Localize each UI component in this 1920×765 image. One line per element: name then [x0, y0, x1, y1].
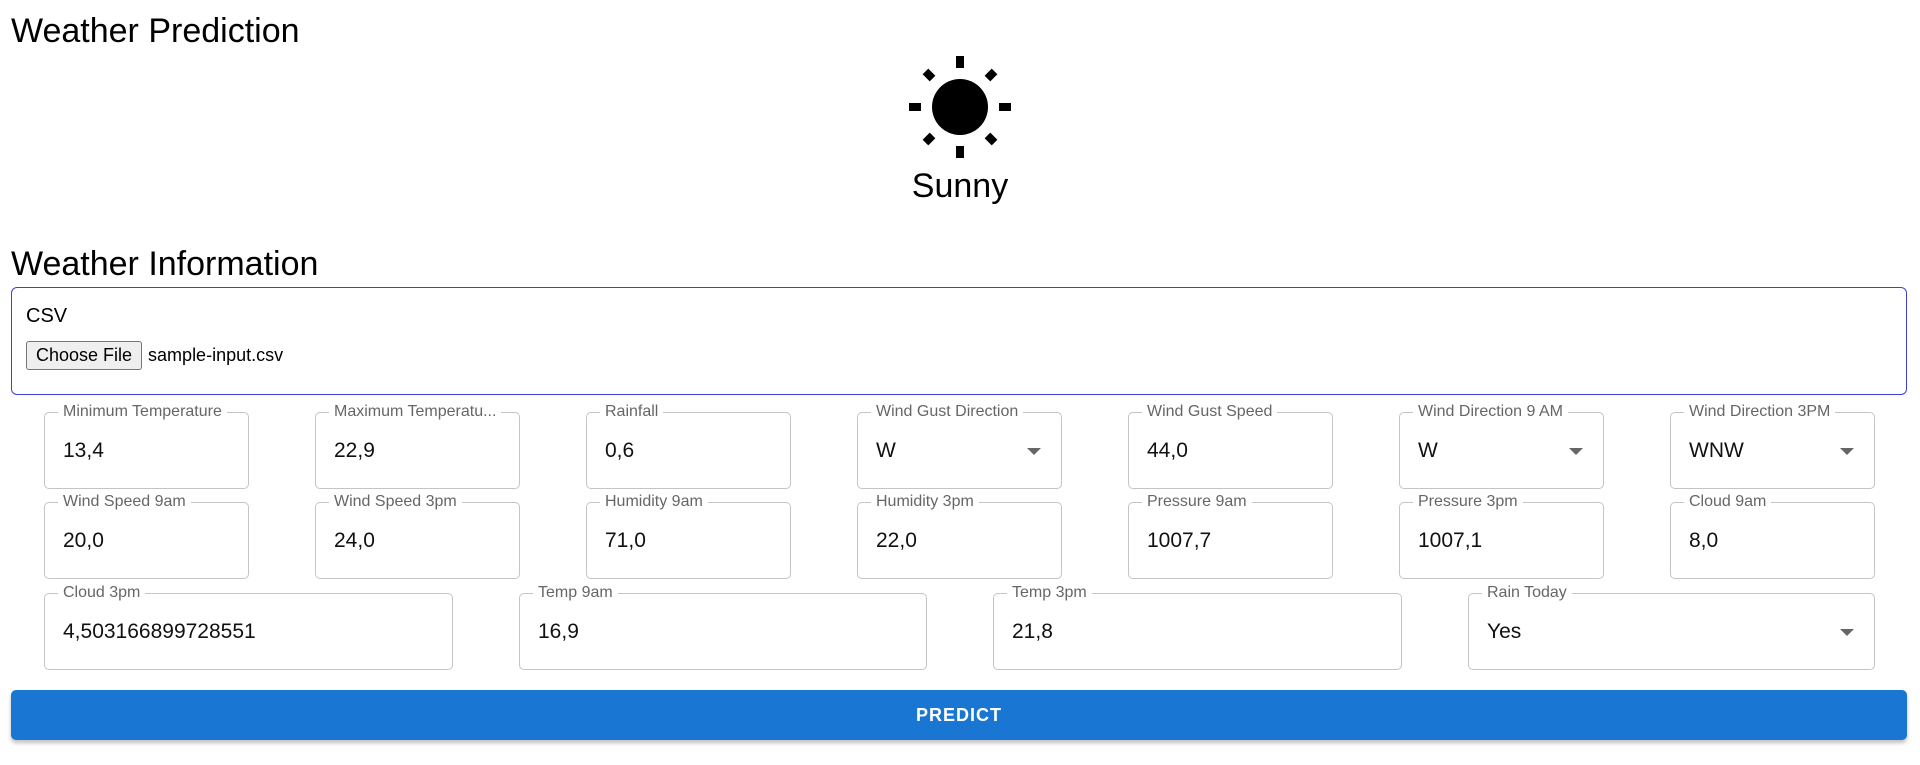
select-value[interactable]: Yes	[1487, 618, 1521, 646]
field-label: Rainfall	[600, 402, 664, 422]
field-label: Wind Gust Speed	[1142, 402, 1278, 422]
file-name: sample-input.csv	[148, 345, 284, 365]
csv-label: CSV	[26, 305, 68, 327]
wind-speed-9am-field[interactable]: Wind Speed 9am 20,0	[44, 492, 249, 579]
field-value[interactable]: 4,503166899728551	[63, 618, 256, 646]
predict-button[interactable]: PREDICT	[11, 690, 1907, 740]
select-value[interactable]: W	[1418, 437, 1438, 465]
rain-today-select[interactable]: Rain Today Yes	[1468, 583, 1875, 670]
dropdown-arrow-icon[interactable]	[1569, 448, 1583, 455]
section-title: Weather Information	[11, 245, 319, 283]
field-label: Temp 3pm	[1007, 583, 1092, 603]
file-input[interactable]: Choose File sample-input.csv	[26, 341, 283, 370]
pressure-9am-field[interactable]: Pressure 9am 1007,7	[1128, 492, 1333, 579]
wind-gust-direction-select[interactable]: Wind Gust Direction W	[857, 402, 1062, 489]
wind-direction-9am-select[interactable]: Wind Direction 9 AM W	[1399, 402, 1604, 489]
temp-3pm-field[interactable]: Temp 3pm 21,8	[993, 583, 1402, 670]
field-value[interactable]: 16,9	[538, 618, 579, 646]
pressure-3pm-field[interactable]: Pressure 3pm 1007,1	[1399, 492, 1604, 579]
field-value[interactable]: 22,9	[334, 437, 375, 465]
field-value[interactable]: 8,0	[1689, 527, 1718, 555]
field-value[interactable]: 44,0	[1147, 437, 1188, 465]
field-label: Wind Speed 9am	[58, 492, 191, 512]
field-label: Wind Speed 3pm	[329, 492, 462, 512]
weather-app: Weather Prediction Sunny Weather Informa…	[0, 0, 1920, 765]
field-value[interactable]: 20,0	[63, 527, 104, 555]
field-label: Humidity 3pm	[871, 492, 979, 512]
field-label: Wind Direction 9 AM	[1413, 402, 1568, 422]
dropdown-arrow-icon[interactable]	[1840, 448, 1854, 455]
cloud-9am-field[interactable]: Cloud 9am 8,0	[1670, 492, 1875, 579]
field-label: Wind Gust Direction	[871, 402, 1024, 422]
field-value[interactable]: 0,6	[605, 437, 634, 465]
field-label: Humidity 9am	[600, 492, 708, 512]
prediction-label: Sunny	[911, 167, 1009, 205]
field-value[interactable]: 13,4	[63, 437, 104, 465]
rainfall-field[interactable]: Rainfall 0,6	[586, 402, 791, 489]
select-value[interactable]: W	[876, 437, 896, 465]
field-value[interactable]: 1007,1	[1418, 527, 1482, 555]
dropdown-arrow-icon[interactable]	[1027, 448, 1041, 455]
field-label: Cloud 9am	[1684, 492, 1772, 512]
select-value[interactable]: WNW	[1689, 437, 1744, 465]
field-label: Pressure 9am	[1142, 492, 1252, 512]
field-label: Rain Today	[1482, 583, 1572, 603]
min-temperature-field[interactable]: Minimum Temperature 13,4	[44, 402, 249, 489]
choose-file-button[interactable]: Choose File	[26, 341, 143, 370]
field-label: Minimum Temperature	[58, 402, 227, 422]
wind-gust-speed-field[interactable]: Wind Gust Speed 44,0	[1128, 402, 1333, 489]
dropdown-arrow-icon[interactable]	[1840, 629, 1854, 636]
field-value[interactable]: 21,8	[1012, 618, 1053, 646]
max-temperature-field[interactable]: Maximum Temperatu... 22,9	[315, 402, 520, 489]
field-value[interactable]: 22,0	[876, 527, 917, 555]
sun-icon	[909, 56, 1011, 158]
temp-9am-field[interactable]: Temp 9am 16,9	[519, 583, 927, 670]
field-value[interactable]: 1007,7	[1147, 527, 1211, 555]
humidity-3pm-field[interactable]: Humidity 3pm 22,0	[857, 492, 1062, 579]
humidity-9am-field[interactable]: Humidity 9am 71,0	[586, 492, 791, 579]
cloud-3pm-field[interactable]: Cloud 3pm 4,503166899728551	[44, 583, 453, 670]
field-label: Maximum Temperatu...	[329, 402, 502, 422]
csv-upload-panel: CSV Choose File sample-input.csv	[11, 287, 1907, 395]
field-label: Cloud 3pm	[58, 583, 146, 603]
wind-direction-3pm-select[interactable]: Wind Direction 3PM WNW	[1670, 402, 1875, 489]
field-value[interactable]: 71,0	[605, 527, 646, 555]
field-value[interactable]: 24,0	[334, 527, 375, 555]
field-label: Wind Direction 3PM	[1684, 402, 1836, 422]
prediction-result: Sunny	[0, 52, 1920, 206]
field-label: Pressure 3pm	[1413, 492, 1523, 512]
page-title: Weather Prediction	[11, 12, 300, 50]
field-label: Temp 9am	[533, 583, 618, 603]
wind-speed-3pm-field[interactable]: Wind Speed 3pm 24,0	[315, 492, 520, 579]
